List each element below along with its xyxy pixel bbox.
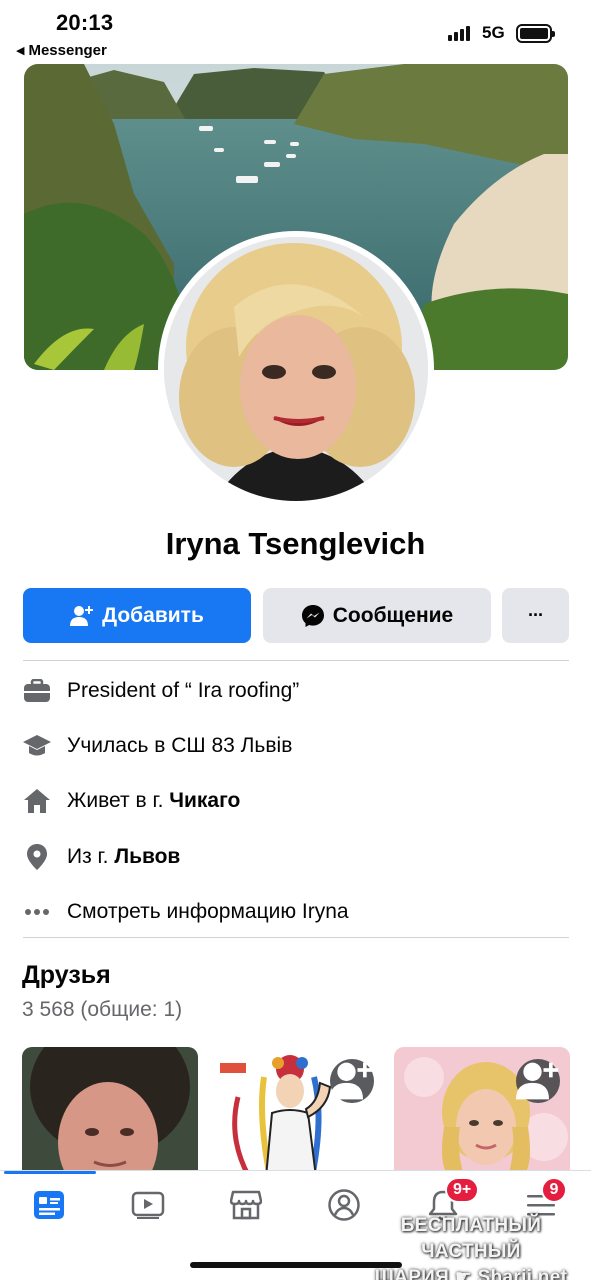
back-triangle-icon: ◀ — [16, 45, 25, 57]
add-friend-suggestion-button[interactable] — [516, 1059, 560, 1103]
news-feed-icon — [34, 1191, 64, 1219]
add-person-icon — [70, 605, 94, 626]
profile-picture[interactable] — [158, 231, 434, 507]
menu-badge: 9 — [541, 1177, 567, 1203]
friend-card[interactable] — [394, 1047, 570, 1177]
watermark-line3: Sharij.net — [477, 1267, 568, 1280]
friend-card[interactable] — [208, 1047, 384, 1177]
pointing-hand-icon: ☛ — [454, 1267, 473, 1280]
work-info: President of “ Ira roofing” — [22, 671, 568, 711]
marketplace-store-icon — [230, 1190, 262, 1220]
message-label: Сообщение — [332, 603, 454, 627]
clock: 20:13 — [56, 10, 114, 35]
watermark-line1: БЕСПЛАТНЫЙ ЧАСТНЫЙ — [400, 1215, 542, 1262]
lives-place[interactable]: Чикаго — [169, 789, 240, 812]
video-play-icon — [131, 1191, 165, 1219]
back-app-label: Messenger — [28, 42, 107, 59]
add-person-icon — [516, 1062, 559, 1100]
add-friend-button[interactable]: Добавить — [23, 588, 251, 643]
back-to-app-link[interactable]: ◀ Messenger — [16, 42, 107, 59]
active-tab-indicator — [4, 1171, 96, 1174]
tab-marketplace[interactable] — [216, 1183, 276, 1227]
message-button[interactable]: Сообщение — [263, 588, 491, 643]
friend-card[interactable] — [22, 1047, 198, 1177]
from-place[interactable]: Львов — [114, 845, 180, 868]
tab-watch[interactable] — [118, 1183, 178, 1227]
friends-section-title[interactable]: Друзья — [22, 961, 111, 990]
tab-news-feed[interactable] — [19, 1183, 79, 1227]
briefcase-icon — [22, 676, 52, 706]
see-about-text: Смотреть информацию Iryna — [67, 900, 349, 923]
ellipsis-icon — [22, 897, 52, 927]
graduation-cap-icon — [22, 731, 52, 761]
status-bar: 20:13 ◀ Messenger 5G — [0, 0, 591, 66]
lives-in-info: Живет в г. Чикаго — [22, 781, 568, 821]
battery-icon — [516, 24, 555, 43]
home-icon — [22, 786, 52, 816]
notifications-badge: 9+ — [445, 1177, 480, 1203]
work-text: President of “ Ira roofing” — [67, 679, 300, 702]
profile-name: Iryna Tsenglevich — [165, 526, 426, 561]
education-info: Училась в СШ 83 Львів — [22, 726, 568, 766]
lives-prefix: Живет в г. — [67, 789, 170, 812]
home-indicator[interactable] — [190, 1262, 402, 1268]
from-prefix: Из г. — [67, 845, 115, 868]
friends-count: 3 568 (общие: 1) — [22, 998, 183, 1021]
more-dots-icon: ··· — [528, 605, 544, 625]
watermark-line2: ШАРИЯ — [374, 1267, 450, 1280]
add-friend-suggestion-button[interactable] — [330, 1059, 374, 1103]
cellular-signal-icon — [448, 25, 470, 41]
add-person-icon — [330, 1062, 373, 1100]
more-options-button[interactable]: ··· — [502, 588, 569, 643]
education-text: Училась в СШ 83 Львів — [67, 734, 293, 757]
divider — [23, 660, 569, 661]
watermark: БЕСПЛАТНЫЙ ЧАСТНЫЙ ШАРИЯ ☛ Sharij.net — [356, 1213, 586, 1280]
divider — [23, 937, 569, 938]
messenger-icon — [301, 604, 324, 627]
network-type: 5G — [482, 23, 505, 42]
location-pin-icon — [22, 842, 52, 872]
see-about-info-link[interactable]: Смотреть информацию Iryna — [22, 892, 568, 932]
from-info: Из г. Львов — [22, 837, 568, 877]
add-friend-label: Добавить — [102, 603, 204, 627]
